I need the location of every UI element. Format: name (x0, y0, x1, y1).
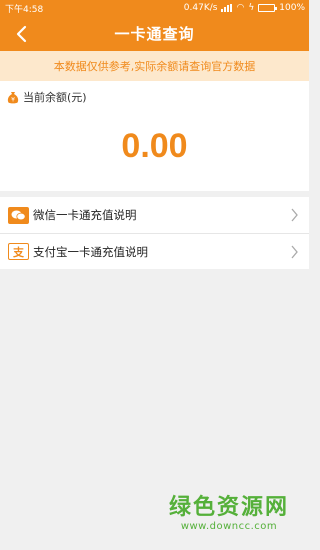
watermark: 绿色资源网 www.downcc.com (169, 489, 289, 532)
charging-icon: ϟ (248, 3, 255, 13)
network-speed: 0.47K/s (183, 3, 218, 13)
signal-icon (221, 4, 233, 12)
balance-label-row: ¥ 当前余额(元) (7, 89, 87, 105)
page-title: 一卡通查询 (114, 25, 195, 43)
watermark-url: www.downcc.com (180, 521, 278, 532)
battery-icon (258, 4, 278, 12)
notice-banner: 本数据仅供参考,实际余额请查询官方数据 (0, 51, 309, 81)
wechat-pay-icon (8, 206, 29, 224)
chevron-left-icon (16, 25, 27, 42)
balance-value: 0.00 (121, 127, 188, 165)
watermark-title: 绿色资源网 (168, 495, 289, 520)
status-indicators: 0.47K/s ◠ ϟ 100% (184, 3, 305, 13)
balance-label: 当前余额(元) (23, 91, 87, 104)
wifi-icon: ◠ (236, 2, 245, 13)
status-time: 下午4:58 (5, 4, 44, 15)
battery-percent: 100% (279, 3, 305, 13)
app-bar: 一卡通查询 (0, 16, 309, 51)
chevron-right-icon (291, 245, 298, 258)
notice-text: 本数据仅供参考,实际余额请查询官方数据 (53, 60, 256, 73)
alipay-icon: 支 (8, 243, 29, 260)
list-item-alipay-recharge[interactable]: 支 支付宝一卡通充值说明 (0, 233, 309, 269)
chevron-right-icon (291, 208, 298, 222)
status-bar: 下午4:58 0.47K/s ◠ ϟ 100% (0, 0, 309, 16)
list-item-wechat-recharge[interactable]: 微信一卡通充值说明 (0, 197, 309, 233)
recharge-info-list: 微信一卡通充值说明 支 支付宝一卡通充值说明 (0, 197, 309, 269)
svg-text:¥: ¥ (11, 96, 15, 103)
list-item-label: 支付宝一卡通充值说明 (33, 244, 148, 259)
list-item-label: 微信一卡通充值说明 (33, 208, 137, 222)
balance-card: ¥ 当前余额(元) 0.00 (0, 81, 309, 191)
back-button[interactable] (8, 16, 36, 51)
money-bag-icon: ¥ (7, 91, 19, 103)
